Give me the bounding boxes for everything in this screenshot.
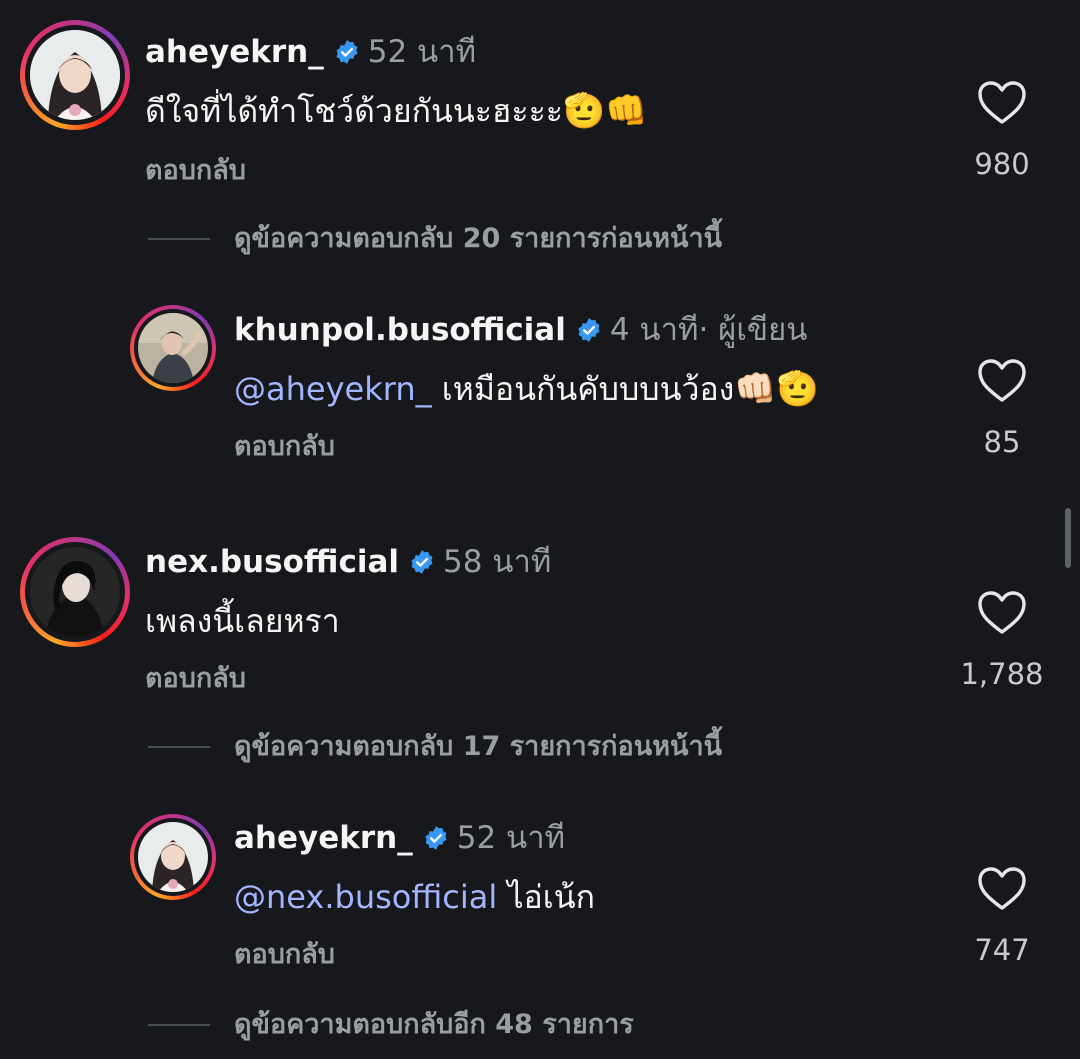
comment-text-line: ดีใจที่ได้ทำโชว์ด้วยกันนะฮะะะ🫡👊 [145, 90, 648, 132]
comment-username[interactable]: aheyekrn_ [145, 32, 324, 72]
reply-button[interactable]: ตอบกลับ [234, 938, 335, 972]
author-tag: · ผู้เขียน [698, 312, 808, 348]
mention-link[interactable]: @nex.busofficial [234, 878, 497, 916]
reply-avatar[interactable] [130, 814, 216, 900]
reply-button[interactable]: ตอบกลับ [145, 154, 246, 188]
avatar-image [30, 547, 120, 637]
reply-avatar[interactable] [130, 305, 216, 391]
heart-outline-icon[interactable] [977, 80, 1027, 126]
view-previous-replies[interactable]: ดูข้อความตอบกลับ 17 รายการก่อนหน้านี้ [148, 730, 722, 764]
reply-button[interactable]: ตอบกลับ [234, 430, 335, 464]
avatar[interactable] [20, 537, 130, 647]
comment-username[interactable]: nex.busofficial [145, 542, 399, 582]
reply-text: เหมือนกันคับบบนว้อง [431, 370, 735, 408]
comment-text: ดีใจที่ได้ทำโชว์ด้วยกันนะฮะะะ [145, 92, 563, 130]
view-previous-replies[interactable]: ดูข้อความตอบกลับ 20 รายการก่อนหน้านี้ [148, 222, 722, 256]
reply-emoji: 👊🏻🫡 [734, 369, 819, 409]
verified-badge-icon [334, 39, 360, 65]
comments-screen: aheyekrn_ 52 นาที ดีใจที่ได้ทำโชว์ด้วยกั… [0, 0, 1080, 1059]
like-count: 1,788 [960, 657, 1044, 691]
reply-username[interactable]: aheyekrn_ [234, 818, 413, 858]
like-count: 980 [974, 147, 1030, 181]
like-count: 747 [974, 933, 1030, 967]
scrollbar[interactable] [1065, 508, 1071, 568]
reply-time: 4 นาที [609, 312, 699, 348]
reply-text-line: @nex.busofficial ไอ่เน้ก [234, 876, 595, 918]
heart-outline-icon[interactable] [977, 590, 1027, 636]
view-more-replies-label: ดูข้อความตอบกลับอีก 48 รายการ [234, 1009, 634, 1040]
view-replies-label: ดูข้อความตอบกลับ 20 รายการก่อนหน้านี้ [234, 223, 723, 254]
divider [148, 238, 210, 240]
reply-time: 52 นาที [456, 820, 566, 856]
reply-username[interactable]: khunpol.busofficial [234, 310, 566, 350]
like-count: 85 [983, 425, 1021, 459]
verified-badge-icon [409, 549, 435, 575]
reply-button[interactable]: ตอบกลับ [145, 662, 246, 696]
avatar-image [138, 313, 208, 383]
avatar[interactable] [20, 20, 130, 130]
avatar-image [30, 30, 120, 120]
view-more-replies[interactable]: ดูข้อความตอบกลับอีก 48 รายการ [148, 1008, 634, 1042]
mention-link[interactable]: @aheyekrn_ [234, 370, 432, 408]
reply-text-line: @aheyekrn_ เหมือนกันคับบบนว้อง👊🏻🫡 [234, 368, 819, 410]
verified-badge-icon [576, 317, 602, 343]
comment-time: 52 นาที [367, 34, 477, 70]
comment-emoji: 🫡👊 [562, 91, 648, 131]
reply-text: ไอ่เน้ก [497, 878, 595, 916]
heart-outline-icon[interactable] [977, 358, 1027, 404]
view-replies-label: ดูข้อความตอบกลับ 17 รายการก่อนหน้านี้ [234, 731, 723, 762]
heart-outline-icon[interactable] [977, 866, 1027, 912]
divider [148, 1024, 210, 1026]
verified-badge-icon [423, 825, 449, 851]
comment-text: เพลงนี้เลยหรา [145, 602, 340, 640]
divider [148, 746, 210, 748]
comment-time: 58 นาที [443, 544, 552, 580]
avatar-image [138, 822, 208, 892]
